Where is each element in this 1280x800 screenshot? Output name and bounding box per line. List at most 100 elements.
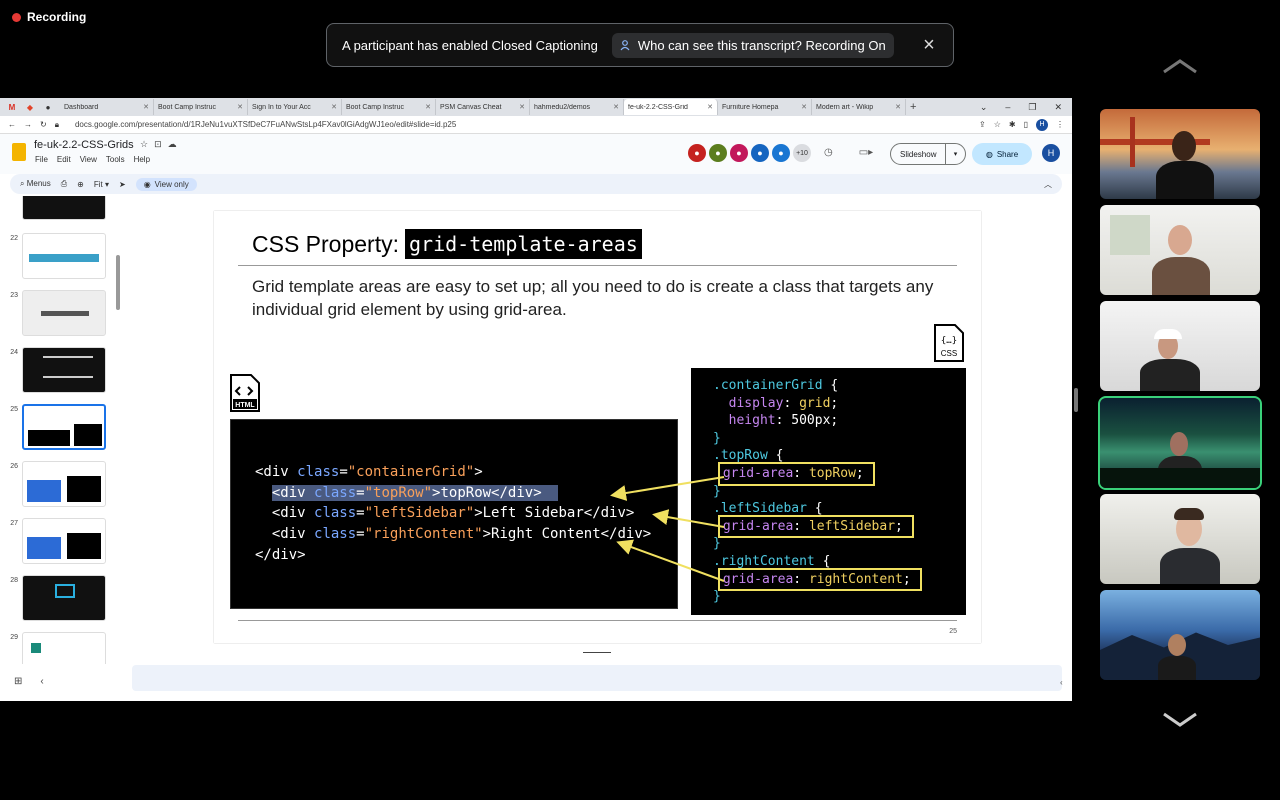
side-panel-toggle-icon[interactable]: ‹ (1060, 678, 1072, 692)
print-icon[interactable]: ⎙ (61, 179, 67, 189)
view-only-button[interactable]: ◉ View only (135, 177, 197, 191)
pane-resize-handle[interactable] (1074, 388, 1078, 412)
browser-tab-active[interactable]: fe-uk-2.2-CSS-Grid ✕ (624, 99, 718, 115)
tab-close-icon[interactable]: ✕ (613, 103, 619, 111)
slideshow-dropdown-icon[interactable]: ▾ (945, 144, 965, 164)
menu-view[interactable]: View (80, 155, 97, 164)
browser-tab[interactable]: Furniture Homepa ✕ (718, 99, 812, 115)
tab-search-icon[interactable]: ⌄ (980, 102, 988, 113)
current-slide: CSS Property: grid-template-areas Grid t… (214, 211, 981, 643)
collaborator-avatar[interactable]: ● (709, 144, 727, 162)
grid-view-icon[interactable]: ⊞ (14, 676, 22, 687)
collaborator-avatar[interactable]: ● (772, 144, 790, 162)
zoom-icon[interactable]: ⊕ (77, 180, 84, 189)
participant-tile[interactable] (1100, 590, 1260, 680)
forward-icon[interactable]: → (24, 120, 32, 129)
browser-tab[interactable]: Boot Camp Instruc ✕ (154, 99, 248, 115)
share-button[interactable]: ◍ Share (972, 143, 1032, 165)
star-icon[interactable]: ☆ (994, 120, 1001, 129)
kebab-menu-icon[interactable]: ⋮ (1056, 120, 1064, 129)
collaborator-avatar[interactable]: ● (688, 144, 706, 162)
speaker-notes-bar[interactable] (132, 665, 1062, 691)
slide-thumbnail-active[interactable] (22, 404, 106, 450)
tab-close-icon[interactable]: ✕ (801, 103, 807, 111)
slide-thumbnail[interactable] (22, 575, 106, 621)
collaborator-avatar[interactable]: ● (730, 144, 748, 162)
transcript-info-button[interactable]: Who can see this transcript? Recording O… (611, 32, 894, 58)
address-bar-actions: ⇪ ☆ ✱ ▯ H ⋮ (979, 118, 1064, 131)
participant-tile-active-speaker[interactable] (1098, 396, 1262, 490)
share-page-icon[interactable]: ⇪ (979, 120, 986, 129)
address-bar: ← → ↻ 🔒︎ docs.google.com/presentation/d/… (0, 116, 1072, 134)
participant-tile[interactable] (1100, 205, 1260, 295)
menu-help[interactable]: Help (134, 155, 150, 164)
star-icon[interactable]: ☆ (140, 139, 148, 150)
profile-avatar[interactable]: H (1036, 118, 1048, 131)
browser-tab[interactable]: hahmedu2/demos ✕ (530, 99, 624, 115)
tab-close-icon[interactable]: ✕ (895, 103, 901, 111)
slide-thumbnail[interactable] (22, 632, 106, 664)
window-close-icon[interactable]: ✕ (1054, 102, 1062, 113)
slide-thumbnail[interactable] (22, 518, 106, 564)
cloud-status-icon[interactable]: ☁ (168, 139, 177, 150)
notes-resize-handle[interactable] (583, 652, 611, 653)
filmstrip-scrollbar[interactable] (116, 255, 120, 310)
menu-tools[interactable]: Tools (106, 155, 125, 164)
tab-close-icon[interactable]: ✕ (143, 103, 149, 111)
reload-icon[interactable]: ↻ (40, 120, 47, 129)
history-icon[interactable]: ◷ (824, 147, 833, 158)
menu-edit[interactable]: Edit (57, 155, 71, 164)
slide-thumbnail[interactable] (22, 347, 106, 393)
toast-message: A participant has enabled Closed Caption… (342, 37, 598, 53)
document-title[interactable]: fe-uk-2.2-CSS-Grids (34, 139, 134, 151)
browser-tab[interactable]: Sign In to Your Acc ✕ (248, 99, 342, 115)
window-controls: ⌄ – ❐ ✕ (980, 102, 1072, 113)
browser-tabstrip: M ◆ ● Dashboard ✕ Boot Camp Instruc ✕ Sign… (0, 98, 1072, 116)
slide-thumbnail[interactable] (22, 290, 106, 336)
more-collaborators-badge[interactable]: +10 (793, 144, 811, 162)
meet-icon[interactable]: ▭▸ (859, 147, 873, 158)
github-icon[interactable]: ● (42, 101, 54, 113)
gmail-icon[interactable]: M (6, 101, 18, 113)
minimize-icon[interactable]: – (1005, 102, 1010, 113)
menu-file[interactable]: File (35, 155, 48, 164)
svg-text:{…}: {…} (941, 336, 957, 346)
url-field[interactable]: docs.google.com/presentation/d/1RJeNu1vu… (75, 120, 456, 129)
collaborator-avatar[interactable]: ● (751, 144, 769, 162)
zoom-select[interactable]: Fit ▾ (94, 180, 109, 189)
gitlab-icon[interactable]: ◆ (24, 101, 36, 113)
account-avatar[interactable]: H (1042, 144, 1060, 162)
search-menus[interactable]: ⌕ Menus (20, 179, 51, 189)
tab-close-icon[interactable]: ✕ (707, 103, 713, 111)
slides-logo-icon[interactable] (12, 143, 26, 161)
browser-tab[interactable]: Boot Camp Instruc ✕ (342, 99, 436, 115)
browser-tab[interactable]: PSM Canvas Cheat ✕ (436, 99, 530, 115)
participant-tile[interactable] (1100, 494, 1260, 584)
tab-close-icon[interactable]: ✕ (237, 103, 243, 111)
maximize-icon[interactable]: ❐ (1028, 102, 1036, 113)
close-icon[interactable]: × (919, 34, 939, 57)
highlight-box: grid-area: leftSidebar; (717, 514, 914, 539)
code-line: <div class="containerGrid"> (255, 464, 483, 480)
tab-close-icon[interactable]: ✕ (519, 103, 525, 111)
participant-tile[interactable] (1100, 109, 1260, 199)
extensions-icon[interactable]: ✱ (1009, 120, 1016, 129)
select-pointer-icon[interactable]: ➤ (119, 180, 126, 189)
chevron-down-icon[interactable] (1160, 710, 1200, 730)
participant-tile[interactable] (1100, 301, 1260, 391)
collapse-toolbar-icon[interactable]: ︿ (1044, 179, 1052, 190)
slide-thumbnail[interactable] (22, 233, 106, 279)
sidepanel-icon[interactable]: ▯ (1024, 120, 1028, 129)
move-folder-icon[interactable]: ⊡ (154, 139, 162, 150)
tab-close-icon[interactable]: ✕ (331, 103, 337, 111)
collapse-filmstrip-icon[interactable]: ‹ (40, 676, 43, 687)
chevron-up-icon[interactable] (1160, 56, 1200, 76)
browser-tab[interactable]: Dashboard ✕ (60, 99, 154, 115)
slideshow-button[interactable]: Slideshow ▾ (890, 143, 966, 165)
tab-close-icon[interactable]: ✕ (425, 103, 431, 111)
slide-thumbnail[interactable] (22, 196, 106, 220)
browser-tab[interactable]: Modern art - Wikip ✕ (812, 99, 906, 115)
back-icon[interactable]: ← (8, 120, 16, 129)
slide-thumbnail[interactable] (22, 461, 106, 507)
new-tab-icon[interactable]: + (910, 101, 916, 113)
